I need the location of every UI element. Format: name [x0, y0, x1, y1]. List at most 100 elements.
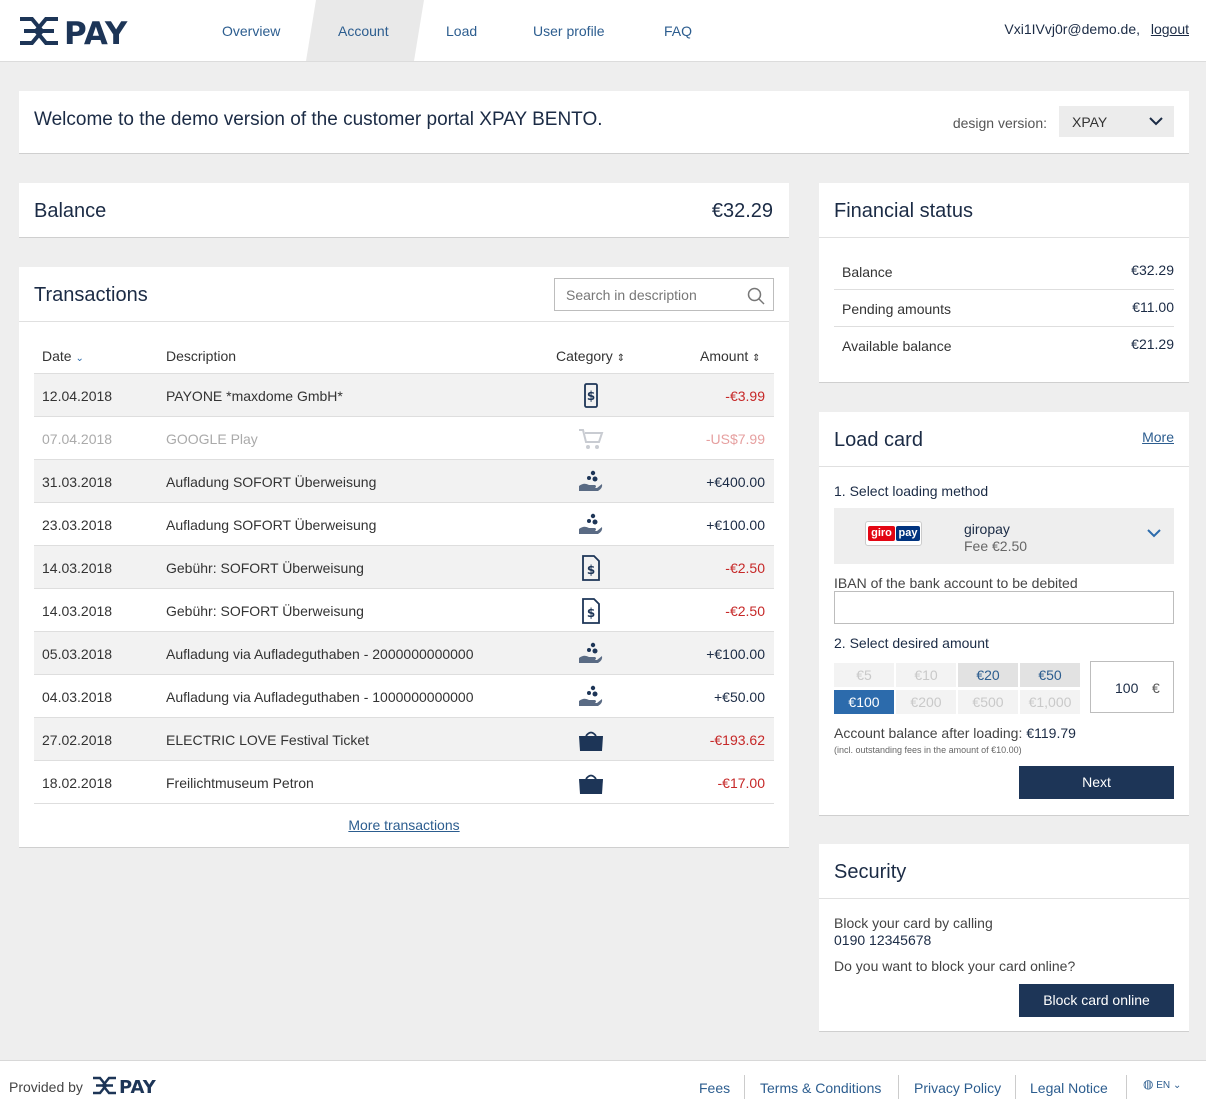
- amount-50-button[interactable]: €50: [1020, 663, 1080, 687]
- tx-date: 23.03.2018: [42, 517, 113, 533]
- tx-date: 05.03.2018: [42, 646, 113, 662]
- tx-description: Freilichtmuseum Petron: [166, 775, 314, 791]
- tx-date: 31.03.2018: [42, 474, 113, 490]
- welcome-title: Welcome to the demo version of the custo…: [34, 109, 603, 130]
- load-card-title: Load card: [834, 429, 923, 451]
- footer-privacy-link[interactable]: Privacy Policy: [914, 1080, 1001, 1096]
- fin-value: €11.00: [1132, 299, 1174, 315]
- load-hand-icon: [578, 684, 604, 710]
- financial-status-panel: Financial status Balance €32.29 Pending …: [819, 183, 1189, 383]
- search-placeholder: Search in description: [566, 287, 697, 303]
- search-icon[interactable]: [747, 287, 765, 305]
- fee-document-icon: $: [578, 598, 604, 624]
- nav-account[interactable]: Account: [338, 0, 389, 61]
- language-select[interactable]: ◍ EN ⌄: [1143, 1077, 1181, 1091]
- table-row[interactable]: 07.04.2018 GOOGLE Play -US$7.99: [34, 416, 774, 459]
- footer-terms-link[interactable]: Terms & Conditions: [760, 1080, 881, 1096]
- method-fee: Fee €2.50: [964, 538, 1028, 554]
- svg-text:PAY: PAY: [64, 16, 128, 47]
- table-row[interactable]: 31.03.2018 Aufladung SOFORT Überweisung +€…: [34, 459, 774, 502]
- tx-amount: -€17.00: [717, 775, 765, 791]
- load-more-link[interactable]: More: [1142, 429, 1174, 445]
- tx-description: Gebühr: SOFORT Überweisung: [166, 603, 364, 619]
- fin-label: Available balance: [842, 338, 952, 354]
- table-row[interactable]: 04.03.2018 Aufladung via Aufladeguthaben …: [34, 674, 774, 717]
- tx-amount: -€2.50: [725, 560, 765, 576]
- footer-fees-link[interactable]: Fees: [699, 1080, 730, 1096]
- amount-200-button[interactable]: €200: [896, 690, 956, 714]
- table-row[interactable]: 18.02.2018 Freilichtmuseum Petron -€17.00: [34, 760, 774, 803]
- language-value: EN: [1156, 1080, 1171, 1091]
- footer: Provided by PAY Fees Terms & Conditions …: [0, 1060, 1206, 1110]
- amount-1000-button[interactable]: €1,000: [1020, 690, 1080, 714]
- col-amount[interactable]: Amount ⇕: [700, 348, 761, 364]
- iban-input[interactable]: [834, 591, 1174, 624]
- amount-20-button[interactable]: €20: [958, 663, 1018, 687]
- search-input[interactable]: Search in description: [554, 278, 774, 311]
- tx-date: 14.03.2018: [42, 603, 113, 619]
- tx-description: Gebühr: SOFORT Überweisung: [166, 560, 364, 576]
- table-row[interactable]: 23.03.2018 Aufladung SOFORT Überweisung +€…: [34, 502, 774, 545]
- design-version-select[interactable]: XPAY: [1059, 106, 1174, 137]
- tx-description: PAYONE *maxdome GmbH*: [166, 388, 343, 404]
- fee-document-icon: $: [578, 555, 604, 581]
- tx-description: GOOGLE Play: [166, 431, 258, 447]
- fin-row-pending: Pending amounts €11.00: [834, 289, 1174, 326]
- security-title: Security: [834, 861, 907, 883]
- table-row[interactable]: 14.03.2018 Gebühr: SOFORT Überweisung $ -€2…: [34, 545, 774, 588]
- more-transactions-link[interactable]: More transactions: [19, 817, 789, 833]
- nav-faq[interactable]: FAQ: [664, 0, 692, 61]
- design-version-label: design version:: [952, 115, 1047, 131]
- welcome-panel: Welcome to the demo version of the custo…: [19, 91, 1189, 154]
- table-row[interactable]: 14.03.2018 Gebühr: SOFORT Überweisung $ -€2…: [34, 588, 774, 631]
- nav-user-profile[interactable]: User profile: [533, 0, 605, 61]
- giropay-logo-right: pay: [896, 526, 920, 541]
- xpay-logo[interactable]: PAY: [18, 15, 166, 47]
- col-date[interactable]: Date ⌄: [42, 348, 84, 364]
- chevron-down-icon[interactable]: [1146, 528, 1162, 538]
- amount-10-button[interactable]: €10: [896, 663, 956, 687]
- after-label: Account balance after loading:: [834, 725, 1023, 741]
- balance-after-loading: Account balance after loading: €119.79: [834, 725, 1076, 741]
- nav-overview[interactable]: Overview: [222, 0, 280, 61]
- tx-amount: -€193.62: [709, 732, 765, 748]
- chevron-down-icon: ⌄: [1172, 1080, 1182, 1091]
- balance-title: Balance: [34, 200, 107, 222]
- table-row[interactable]: 27.02.2018 ELECTRIC LOVE Festival Ticket -…: [34, 717, 774, 760]
- globe-icon: ◍: [1143, 1077, 1154, 1091]
- table-row[interactable]: 12.04.2018 PAYONE *maxdome GmbH* $ -€3.99: [34, 373, 774, 416]
- security-panel: Security Block your card by calling 0190…: [819, 844, 1189, 1032]
- next-button[interactable]: Next: [1019, 766, 1174, 799]
- method-name: giropay: [964, 521, 1010, 537]
- block-card-button[interactable]: Block card online: [1019, 984, 1174, 1017]
- amount-500-button[interactable]: €500: [958, 690, 1018, 714]
- fin-value: €21.29: [1131, 336, 1174, 352]
- iban-label: IBAN of the bank account to be debited: [834, 575, 1078, 591]
- tx-description: Aufladung SOFORT Überweisung: [166, 474, 377, 490]
- loading-method-select[interactable]: giro pay giropay Fee €2.50: [834, 508, 1174, 564]
- table-row[interactable]: 05.03.2018 Aufladung via Aufladeguthaben …: [34, 631, 774, 674]
- amount-input[interactable]: 100 €: [1090, 661, 1174, 713]
- svg-text:$: $: [587, 389, 595, 403]
- col-category[interactable]: Category ⇕: [556, 348, 625, 364]
- header-divider: [819, 898, 1189, 899]
- footer-legal-link[interactable]: Legal Notice: [1030, 1080, 1108, 1096]
- after-value: €119.79: [1026, 725, 1076, 741]
- block-phone-number: 0190 12345678: [834, 932, 932, 948]
- amount-100-button[interactable]: €100: [834, 690, 894, 714]
- logout-link[interactable]: logout: [1151, 21, 1189, 37]
- step1-label: 1. Select loading method: [834, 483, 989, 499]
- tx-description: Aufladung SOFORT Überweisung: [166, 517, 377, 533]
- giropay-logo: giro pay: [865, 521, 922, 546]
- load-hand-icon: [578, 641, 604, 667]
- fin-label: Pending amounts: [842, 301, 951, 317]
- shopping-bag-icon: [578, 727, 604, 753]
- chevron-down-icon: [1149, 117, 1163, 126]
- tx-date: 07.04.2018: [42, 431, 113, 447]
- tx-date: 04.03.2018: [42, 689, 113, 705]
- fin-row-available: Available balance €21.29: [834, 326, 1174, 363]
- amount-5-button[interactable]: €5: [834, 663, 894, 687]
- col-category-label: Category: [556, 348, 613, 364]
- nav-load[interactable]: Load: [446, 0, 477, 61]
- cart-icon: [578, 426, 604, 452]
